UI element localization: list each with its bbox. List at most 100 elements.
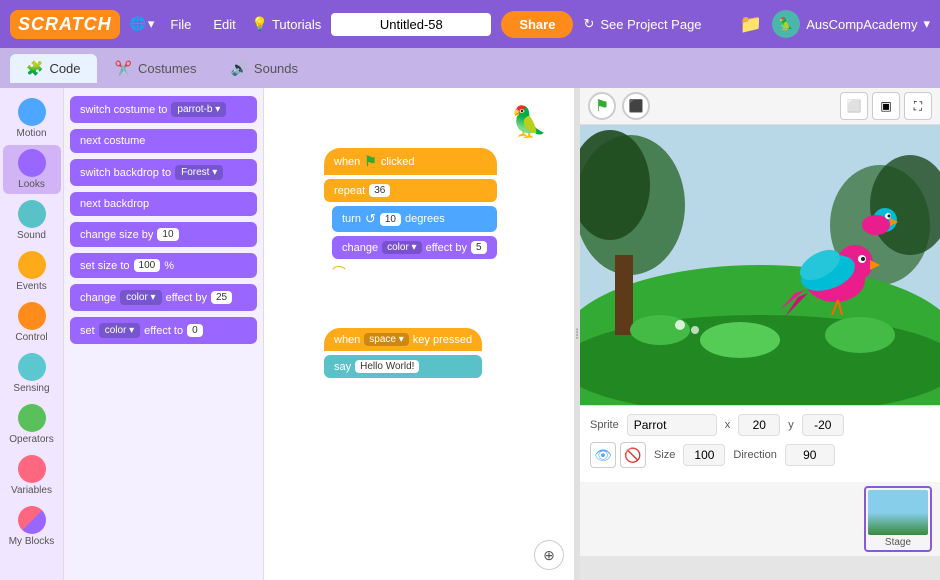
sidebar-item-events[interactable]: Events <box>3 247 61 296</box>
block-next-backdrop[interactable]: next backdrop <box>70 192 257 216</box>
scratch-logo: SCRATCH <box>10 10 120 39</box>
green-flag-icon: ⚑ <box>364 153 377 170</box>
stage-thumb[interactable]: Stage <box>864 486 932 552</box>
folder-icon[interactable]: 📁 <box>740 14 762 35</box>
x-label: x <box>725 419 731 431</box>
globe-chevron: ▾ <box>148 16 155 32</box>
fullscreen-button[interactable]: ⛶ <box>904 92 932 120</box>
green-flag-button[interactable]: ⚑ <box>588 92 616 120</box>
sprite-name-input[interactable] <box>627 414 717 436</box>
sound-dot <box>18 200 46 228</box>
top-nav: SCRATCH 🌐 ▾ File Edit 💡 Tutorials Share … <box>0 0 940 48</box>
sprite-info-row-2: 👁 🚫 Size Direction <box>590 442 930 468</box>
tab-code[interactable]: 🧩 Code <box>10 54 97 83</box>
sidebar-myblocks-label: My Blocks <box>9 536 55 547</box>
block-set-size[interactable]: set size to 100 % <box>70 253 257 278</box>
myblocks-dot <box>18 506 46 534</box>
block-change-color-effect[interactable]: change color ▾ effect by 25 <box>70 284 257 311</box>
stage-thumb-image <box>868 490 928 535</box>
block-when-key[interactable]: when space ▾ key pressed <box>324 328 482 351</box>
block-switch-costume[interactable]: switch costume to parrot-b ▾ <box>70 96 257 123</box>
stage-thumbnails: Stage <box>580 482 940 556</box>
project-title-input[interactable] <box>331 13 491 36</box>
big-stage-button[interactable]: ▣ <box>872 92 900 120</box>
stage-thumb-label: Stage <box>868 537 928 548</box>
script-2: when space ▾ key pressed say Hello World… <box>324 328 482 378</box>
sprite-label: Sprite <box>590 419 619 431</box>
small-stage-button[interactable]: ⬜ <box>840 92 868 120</box>
stage-canvas <box>580 125 940 405</box>
scripts-area[interactable]: 🦜 when ⚑ clicked repeat 36 turn ↺ 10 deg… <box>264 88 574 580</box>
sidebar-control-label: Control <box>15 332 47 343</box>
block-switch-backdrop[interactable]: switch backdrop to Forest ▾ <box>70 159 257 186</box>
variables-dot <box>18 455 46 483</box>
share-button[interactable]: Share <box>501 11 573 38</box>
user-menu[interactable]: 🦜 AusCompAcademy ▾ <box>772 10 930 38</box>
see-project-label: See Project Page <box>600 17 701 32</box>
visibility-buttons: 👁 🚫 <box>590 442 646 468</box>
sidebar-events-label: Events <box>16 281 47 292</box>
tab-sounds-label: Sounds <box>254 61 298 76</box>
sprite-info-row-1: Sprite x y <box>590 414 930 436</box>
sidebar-item-myblocks[interactable]: My Blocks <box>3 502 61 551</box>
block-next-costume[interactable]: next costume <box>70 129 257 153</box>
tab-code-label: Code <box>49 61 80 76</box>
block-set-color-effect[interactable]: set color ▾ effect to 0 <box>70 317 257 344</box>
sprite-thumb-image: 🦜 <box>504 100 554 145</box>
x-value-input[interactable] <box>738 414 780 436</box>
direction-label: Direction <box>733 449 776 461</box>
control-dot <box>18 302 46 330</box>
stage-controls: ⚑ ⬛ ⬜ ▣ ⛶ <box>580 88 940 125</box>
block-say[interactable]: say Hello World! <box>324 355 482 378</box>
looks-dot <box>18 149 46 177</box>
stage-scene <box>580 125 940 405</box>
stage-view-buttons: ⬜ ▣ ⛶ <box>840 92 932 120</box>
tutorials-label: Tutorials <box>272 17 321 32</box>
stop-button[interactable]: ⬛ <box>622 92 650 120</box>
block-change-size[interactable]: change size by 10 <box>70 222 257 247</box>
sidebar-operators-label: Operators <box>9 434 53 445</box>
hide-button[interactable]: 🚫 <box>620 442 646 468</box>
tutorials-icon: 💡 <box>252 16 268 32</box>
size-label: Size <box>654 449 675 461</box>
zoom-button[interactable]: ⊕ <box>534 540 564 570</box>
block-change-color[interactable]: change color ▾ effect by 5 <box>332 236 497 259</box>
globe-button[interactable]: 🌐 ▾ <box>130 16 155 32</box>
operators-dot <box>18 404 46 432</box>
events-dot <box>18 251 46 279</box>
tab-sounds[interactable]: 🔊 Sounds <box>214 54 314 83</box>
see-project-button[interactable]: ↻ See Project Page <box>583 16 701 32</box>
direction-value-input[interactable] <box>785 444 835 466</box>
motion-dot <box>18 98 46 126</box>
script-1: when ⚑ clicked repeat 36 turn ↺ 10 degre… <box>324 148 497 283</box>
sidebar-item-sensing[interactable]: Sensing <box>3 349 61 398</box>
blocks-panel: switch costume to parrot-b ▾ next costum… <box>64 88 264 580</box>
size-value-input[interactable] <box>683 444 725 466</box>
sidebar-item-sound[interactable]: Sound <box>3 196 61 245</box>
right-panel: ⚑ ⬛ ⬜ ▣ ⛶ <box>580 88 940 580</box>
user-name: AusCompAcademy <box>806 17 917 32</box>
sub-nav: 🧩 Code ✂️ Costumes 🔊 Sounds <box>0 48 940 88</box>
file-menu[interactable]: File <box>164 17 197 32</box>
sidebar-item-variables[interactable]: Variables <box>3 451 61 500</box>
sidebar-variables-label: Variables <box>11 485 52 496</box>
main-area: Motion Looks Sound Events Control Sensin… <box>0 88 940 580</box>
block-when-clicked[interactable]: when ⚑ clicked <box>324 148 497 175</box>
tutorials-menu[interactable]: 💡 Tutorials <box>252 16 322 32</box>
show-button[interactable]: 👁 <box>590 442 616 468</box>
block-repeat[interactable]: repeat 36 <box>324 179 497 202</box>
y-label: y <box>788 419 794 431</box>
sidebar-item-motion[interactable]: Motion <box>3 94 61 143</box>
sidebar-item-control[interactable]: Control <box>3 298 61 347</box>
block-bracket-close: ⌒ <box>332 263 497 283</box>
user-avatar: 🦜 <box>772 10 800 38</box>
tab-costumes[interactable]: ✂️ Costumes <box>99 54 213 83</box>
sidebar-motion-label: Motion <box>16 128 46 139</box>
globe-icon: 🌐 <box>130 16 146 32</box>
sidebar-item-operators[interactable]: Operators <box>3 400 61 449</box>
y-value-input[interactable] <box>802 414 844 436</box>
costumes-icon: ✂️ <box>115 60 132 77</box>
edit-menu[interactable]: Edit <box>207 17 241 32</box>
block-turn-degrees[interactable]: turn ↺ 10 degrees <box>332 206 497 232</box>
sidebar-item-looks[interactable]: Looks <box>3 145 61 194</box>
